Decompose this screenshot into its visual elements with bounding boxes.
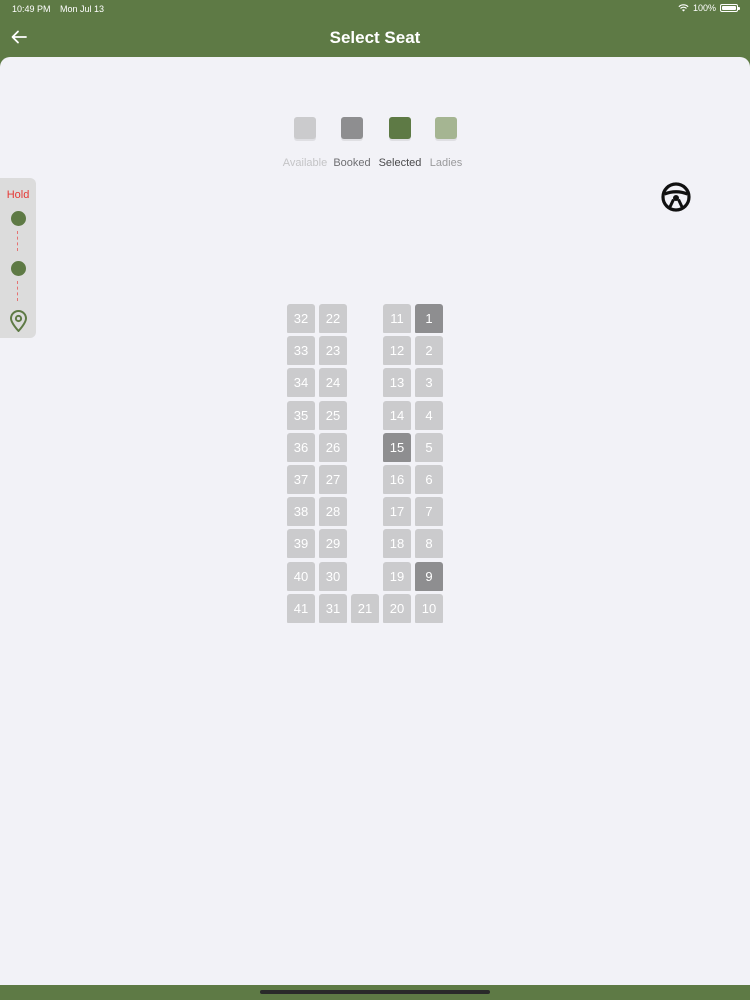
seat-16[interactable]: 16: [383, 465, 411, 494]
seat-34[interactable]: 34: [287, 368, 315, 398]
seat-2[interactable]: 2: [415, 336, 443, 366]
battery-icon: [720, 4, 740, 12]
seat-selection-sheet: Available Booked Selected Ladies Hold 32…: [0, 57, 750, 985]
seat-19[interactable]: 19: [383, 561, 411, 591]
seat-23[interactable]: 23: [319, 336, 347, 366]
seat-27[interactable]: 27: [319, 465, 347, 494]
seat-7[interactable]: 7: [415, 497, 443, 527]
seat-35[interactable]: 35: [287, 400, 315, 430]
seat-17[interactable]: 17: [383, 497, 411, 527]
nav-bar: Select Seat: [0, 18, 750, 58]
seat-38[interactable]: 38: [287, 497, 315, 527]
seat-29[interactable]: 29: [319, 529, 347, 559]
seat-24[interactable]: 24: [319, 368, 347, 398]
battery-fill: [722, 6, 736, 10]
seat-33[interactable]: 33: [287, 336, 315, 366]
wifi-icon: [678, 4, 689, 12]
home-indicator: [260, 990, 490, 994]
seat-4[interactable]: 4: [415, 400, 443, 430]
seat-18[interactable]: 18: [383, 529, 411, 559]
page-title: Select Seat: [329, 28, 421, 47]
seat-37[interactable]: 37: [287, 465, 315, 494]
status-right: 100%: [678, 3, 740, 13]
seat-31[interactable]: 31: [319, 593, 347, 623]
seat-13[interactable]: 13: [383, 368, 411, 398]
seat-8[interactable]: 8: [415, 529, 443, 559]
status-bar: 10:49 PM Mon Jul 13 100%: [0, 0, 750, 18]
seat-15[interactable]: 15: [383, 432, 411, 462]
seat-36[interactable]: 36: [287, 432, 315, 462]
seat-3[interactable]: 3: [415, 368, 443, 398]
seat-32[interactable]: 32: [287, 304, 315, 333]
seat-11[interactable]: 11: [383, 304, 411, 333]
seat-26[interactable]: 26: [319, 432, 347, 462]
seat-40[interactable]: 40: [287, 561, 315, 591]
seat-30[interactable]: 30: [319, 561, 347, 591]
seat-5[interactable]: 5: [415, 432, 443, 462]
seat-map: 32 33 34 35 36 37 38 39 40 41 22 23 24 25 26 27 28 29 30 31…: [0, 57, 750, 985]
seat-28[interactable]: 28: [319, 497, 347, 527]
seat-25[interactable]: 25: [319, 400, 347, 430]
status-date: Mon Jul 13: [60, 4, 105, 14]
battery-percent: 100%: [692, 3, 716, 13]
seat-14[interactable]: 14: [383, 400, 411, 430]
seat-1[interactable]: 1: [415, 304, 443, 333]
seat-22[interactable]: 22: [319, 304, 347, 333]
seat-12[interactable]: 12: [383, 336, 411, 366]
seat-20[interactable]: 20: [383, 593, 411, 623]
seat-10[interactable]: 10: [415, 593, 443, 623]
seat-6[interactable]: 6: [415, 465, 443, 494]
seat-9[interactable]: 9: [415, 561, 443, 591]
seat-21[interactable]: 21: [351, 593, 379, 623]
seat-39[interactable]: 39: [287, 529, 315, 559]
seat-41[interactable]: 41: [287, 593, 315, 623]
status-time: 10:49 PM: [12, 4, 51, 14]
